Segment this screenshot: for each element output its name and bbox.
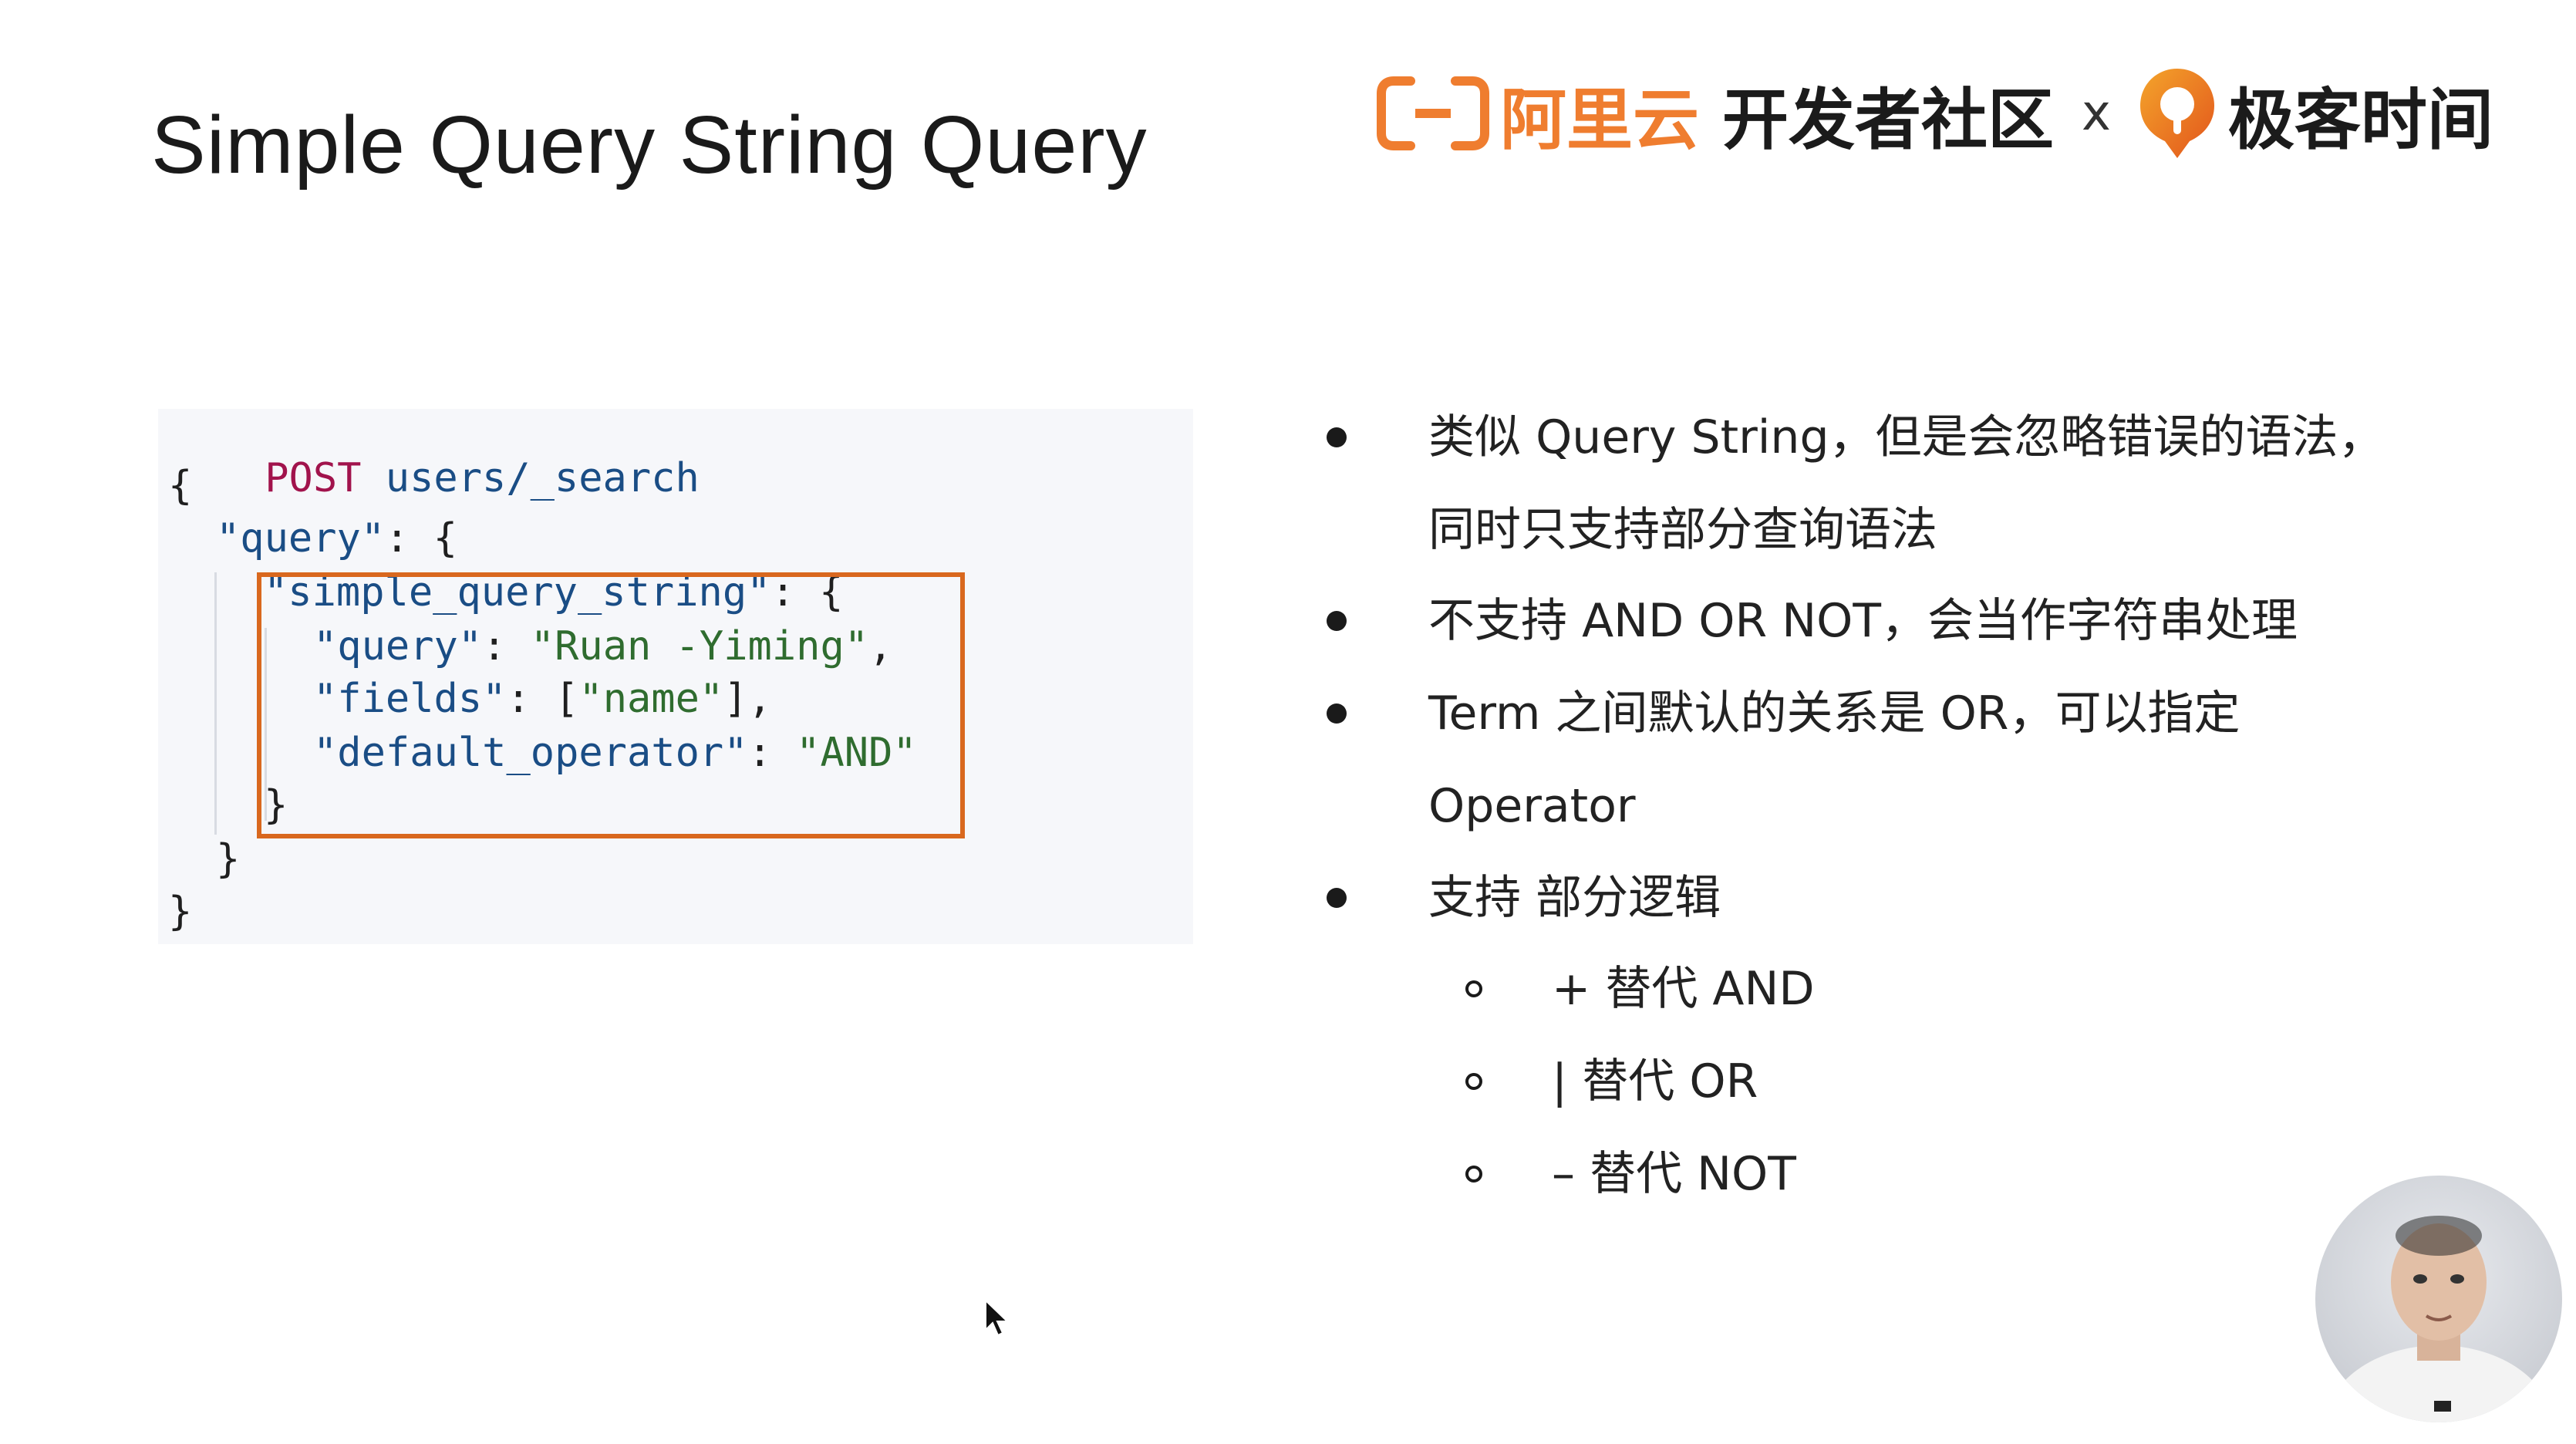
punctuation: : { xyxy=(385,515,458,562)
slide-title: Simple Query String Query xyxy=(151,100,1148,191)
code-line: } xyxy=(216,836,240,882)
indent-guide xyxy=(214,572,217,835)
mouse-pointer-icon xyxy=(985,1299,1010,1337)
presenter-avatar-icon xyxy=(2323,1216,2554,1422)
code-line: { xyxy=(168,463,192,509)
bullet-continuation: Operator xyxy=(1428,779,1636,833)
code-line: } xyxy=(168,889,192,935)
geektime-logo-icon xyxy=(2139,69,2214,158)
code-line-request: POST users/_search xyxy=(168,409,700,501)
sub-bullet-text: – 替代 NOT xyxy=(1552,1147,1796,1201)
bullet-continuation: 同时只支持部分查询语法 xyxy=(1428,503,1937,557)
brace: { xyxy=(168,463,193,509)
header-logos: 阿里云 开发者社区 x 极客时间 xyxy=(1377,63,2493,164)
aliyun-name: 阿里云 xyxy=(1500,81,1699,159)
bullet-dot xyxy=(1327,888,1347,908)
sub-bullet-circle xyxy=(1465,1166,1482,1183)
developer-community-label: 开发者社区 xyxy=(1722,81,2054,159)
brace: } xyxy=(168,889,193,935)
geektime-name: 极客时间 xyxy=(2227,81,2493,159)
slide: Simple Query String Query 阿里云 开发者社区 x 极客… xyxy=(0,0,2576,1444)
times-mark: x xyxy=(2082,85,2111,142)
bullet-text: Term 之间默认的关系是 OR，可以指定 xyxy=(1428,687,2241,741)
bullet-dot xyxy=(1327,703,1347,724)
bullet-text: 类似 Query String，但是会忽略错误的语法， xyxy=(1428,410,2385,464)
brace: } xyxy=(216,836,241,882)
sub-bullet-circle xyxy=(1465,980,1482,997)
json-key: "query" xyxy=(216,515,386,562)
request-path: users/_search xyxy=(385,455,700,501)
aliyun-bracket-icon xyxy=(1377,76,1489,150)
bullet-text: 不支持 AND OR NOT，会当作字符串处理 xyxy=(1428,594,2298,648)
presenter-video xyxy=(2315,1176,2562,1422)
http-method: POST xyxy=(265,455,362,501)
bullet-dot xyxy=(1327,611,1347,631)
code-highlight-box xyxy=(257,572,965,838)
bullet-text: 支持 部分逻辑 xyxy=(1428,871,1721,925)
code-line: "query": { xyxy=(216,515,457,562)
sub-bullet-text: + 替代 AND xyxy=(1552,962,1815,1016)
bullet-dot xyxy=(1327,427,1347,447)
sub-bullet-text: | 替代 OR xyxy=(1552,1054,1758,1108)
sub-bullet-circle xyxy=(1465,1073,1482,1090)
